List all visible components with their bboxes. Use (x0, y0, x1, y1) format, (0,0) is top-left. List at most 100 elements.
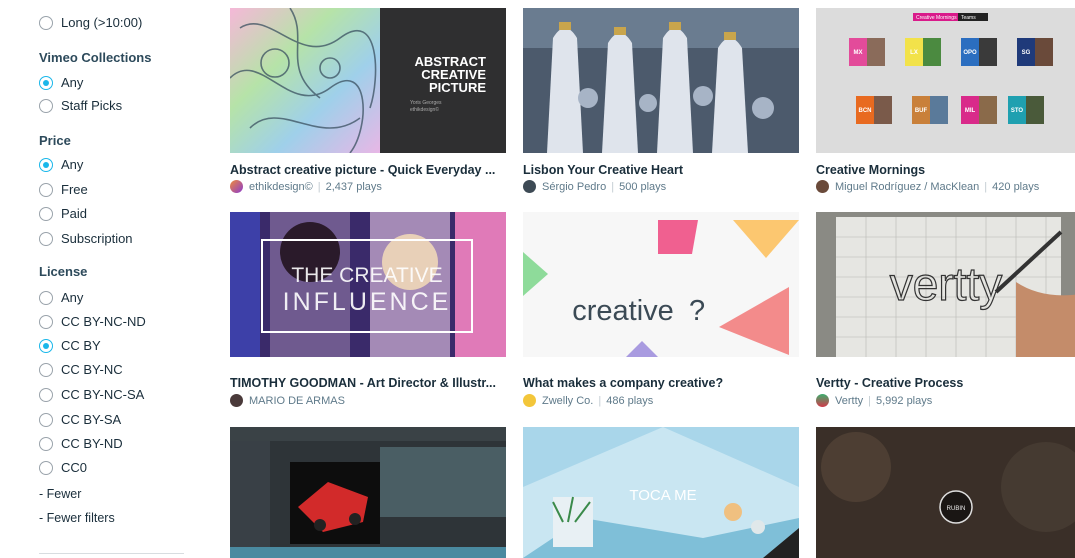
radio-license-cc-by-nd[interactable]: CC BY-ND (39, 436, 123, 451)
video-title[interactable]: What makes a company creative? (523, 376, 723, 390)
thumb-text: RUBIN (947, 506, 966, 512)
radio-license-cc-by[interactable]: CC BY (39, 338, 101, 353)
radio-button[interactable] (39, 290, 53, 305)
thumb-text: PICTURE (429, 80, 486, 95)
thumb-text: THE CREATIVE (291, 264, 442, 287)
radio-license-cc-by-nc[interactable]: CC BY-NC (39, 362, 123, 377)
radio-button[interactable] (39, 206, 53, 221)
video-thumbnail[interactable]: TOCA ME (523, 427, 799, 558)
radio-length-long[interactable]: Long (>10:00) (39, 15, 142, 30)
radio-label: Any (61, 75, 84, 90)
avatar[interactable] (523, 180, 536, 193)
avatar[interactable] (230, 394, 243, 407)
video-user[interactable]: MARIO DE ARMAS (249, 395, 345, 407)
avatar[interactable] (523, 394, 536, 407)
video-title[interactable]: Lisbon Your Creative Heart (523, 163, 683, 177)
radio-button[interactable] (39, 98, 53, 113)
thumb-text: vertty (890, 258, 1002, 310)
thumb-text: TOCA ME (629, 487, 696, 504)
radio-button[interactable] (39, 387, 53, 402)
city-label: MX (854, 50, 863, 56)
radio-button[interactable] (39, 338, 53, 353)
video-thumbnail[interactable]: RUBIN (816, 427, 1075, 558)
video-thumbnail[interactable]: vertty (816, 212, 1075, 357)
city-label: STO (1011, 108, 1024, 114)
radio-price-paid[interactable]: Paid (39, 206, 87, 221)
radio-label: Any (61, 157, 84, 172)
video-user[interactable]: Sérgio Pedro (542, 181, 606, 193)
radio-button[interactable] (39, 15, 53, 30)
thumb-text: ethikdesign© (410, 106, 439, 113)
video-thumbnail[interactable]: creative ? (523, 212, 799, 357)
radio-label: CC0 (61, 460, 88, 475)
radio-label: Subscription (61, 231, 133, 246)
radio-label: CC BY-NC (61, 362, 123, 377)
thumb-text: ? (689, 295, 705, 327)
video-thumbnail[interactable]: Creative Mornings Teams MX LX OPO SG BCN… (816, 8, 1075, 153)
radio-button[interactable] (39, 157, 53, 172)
video-title[interactable]: Abstract creative picture - Quick Everyd… (230, 163, 495, 177)
video-user[interactable]: ethikdesign© (249, 181, 313, 193)
city-label: SG (1022, 50, 1031, 56)
video-plays: 5,992 plays (875, 394, 933, 407)
radio-price-subscription[interactable]: Subscription (39, 231, 133, 246)
video-title[interactable]: Creative Mornings (816, 163, 925, 177)
radio-label: CC BY-ND (61, 436, 123, 451)
radio-button[interactable] (39, 75, 53, 90)
collections-heading: Vimeo Collections (39, 50, 152, 65)
radio-button[interactable] (39, 314, 53, 329)
radio-button[interactable] (39, 362, 53, 377)
radio-collections-any[interactable]: Any (39, 75, 83, 90)
separator: | (868, 394, 871, 407)
city-label: BUF (915, 108, 928, 114)
video-meta: Vertty | 5,992 plays (816, 394, 932, 407)
radio-button[interactable] (39, 182, 53, 197)
thumb-text: Yoris Georges (410, 100, 442, 106)
fewer-link[interactable]: - Fewer (39, 487, 81, 501)
video-thumbnail[interactable] (230, 427, 506, 558)
avatar[interactable] (816, 180, 829, 193)
separator: | (984, 180, 988, 193)
radio-label: Free (61, 182, 88, 197)
video-thumbnail[interactable]: THE CREATIVE INFLUENCE (230, 212, 506, 357)
city-label: OPO (963, 50, 977, 56)
radio-license-cc-by-nc-sa[interactable]: CC BY-NC-SA (39, 387, 144, 402)
radio-price-free[interactable]: Free (39, 182, 88, 197)
video-meta: Miguel Rodríguez / MacKlean | 420 plays (816, 180, 1039, 193)
thumb-text: INFLUENCE (283, 288, 452, 316)
radio-price-any[interactable]: Any (39, 157, 83, 172)
city-label: MIL (965, 108, 976, 114)
radio-button[interactable] (39, 436, 53, 451)
video-user[interactable]: Vertty (835, 395, 863, 407)
thumb-text: Teams (961, 15, 976, 21)
video-title[interactable]: Vertty - Creative Process (816, 376, 963, 390)
avatar[interactable] (816, 394, 829, 407)
radio-label: Any (61, 290, 84, 305)
video-title[interactable]: TIMOTHY GOODMAN - Art Director & Illustr… (230, 376, 496, 390)
radio-button[interactable] (39, 460, 53, 475)
video-meta: MARIO DE ARMAS (230, 394, 345, 407)
fewer-filters-link[interactable]: - Fewer filters (39, 511, 115, 525)
separator: | (598, 394, 602, 407)
video-user[interactable]: Zwelly Co. (542, 395, 593, 407)
sidebar-divider (39, 553, 184, 554)
filter-sidebar: Long (>10:00) Vimeo Collections Any Staf… (0, 0, 210, 558)
radio-button[interactable] (39, 231, 53, 246)
video-plays: 420 plays (992, 180, 1040, 193)
license-heading: License (39, 264, 88, 279)
radio-label: Long (>10:00) (61, 15, 143, 30)
radio-button[interactable] (39, 412, 53, 427)
video-plays: 486 plays (606, 394, 654, 407)
video-user[interactable]: Miguel Rodríguez / MacKlean (835, 181, 979, 193)
video-thumbnail[interactable]: ABSTRACT CREATIVE PICTURE Yoris Georges … (230, 8, 506, 153)
radio-license-any[interactable]: Any (39, 290, 83, 305)
video-thumbnail[interactable] (523, 8, 799, 153)
radio-license-cc-by-sa[interactable]: CC BY-SA (39, 412, 121, 427)
video-plays: 2,437 plays (325, 180, 382, 193)
thumb-text: Creative Mornings (916, 15, 957, 21)
city-label: BCN (859, 108, 872, 114)
radio-license-cc0[interactable]: CC0 (39, 460, 87, 475)
radio-collections-staff-picks[interactable]: Staff Picks (39, 98, 122, 113)
avatar[interactable] (230, 180, 243, 193)
radio-license-cc-by-nc-nd[interactable]: CC BY-NC-ND (39, 314, 146, 329)
